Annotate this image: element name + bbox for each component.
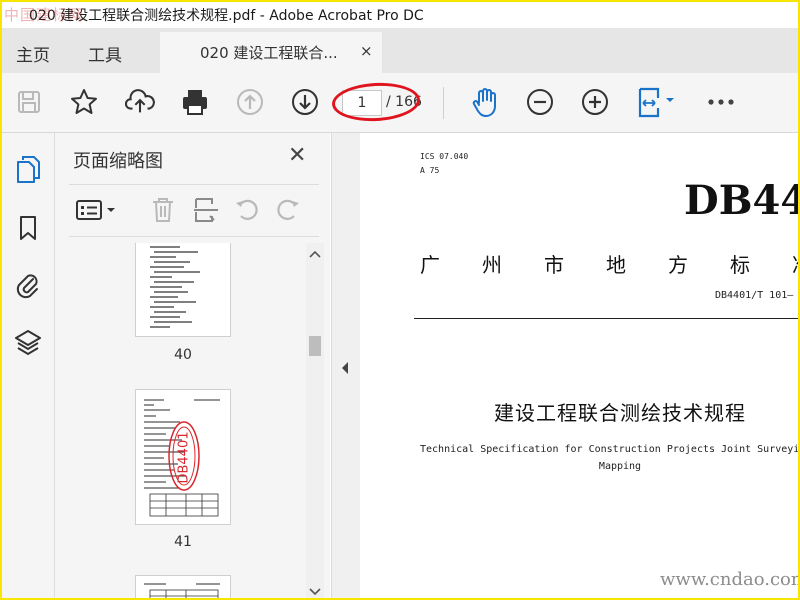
document-title: 建设工程联合测绘技术规程	[494, 401, 746, 425]
tab-document[interactable]: 020 建设工程联合... ×	[160, 32, 382, 73]
panel-close-button[interactable]: ✕	[288, 143, 306, 168]
zoom-in-icon[interactable]	[580, 87, 610, 117]
english-title-line-1: Technical Specification for Construction…	[420, 444, 798, 455]
rotate-right-icon[interactable]	[273, 195, 303, 225]
page-thumbnail-41[interactable]: DB4401	[135, 389, 231, 525]
page-up-icon[interactable]	[235, 87, 265, 117]
pages-icon[interactable]	[12, 153, 44, 185]
panel-tools-divider	[69, 236, 319, 237]
bookmark-icon[interactable]	[12, 212, 44, 244]
thumbnail-page-label: 40	[174, 347, 192, 363]
thumbnail-stamp: DB4401	[176, 431, 192, 484]
scrollbar-thumb[interactable]	[309, 336, 321, 356]
upload-icon[interactable]	[125, 87, 155, 117]
window-title: 020 建设工程联合测绘技术规程.pdf - Adobe Acrobat Pro…	[29, 8, 424, 24]
thumbnail-scrollbar[interactable]	[306, 243, 324, 598]
tab-document-label: 020 建设工程联合...	[200, 44, 338, 62]
page-thumbnail-40[interactable]	[135, 243, 231, 337]
more-icon[interactable]	[706, 87, 736, 117]
highlight-oval	[331, 80, 421, 124]
crop-page-icon[interactable]	[191, 195, 221, 225]
hand-icon[interactable]	[470, 87, 500, 117]
tab-tools[interactable]: 工具	[88, 41, 122, 66]
star-icon[interactable]	[69, 87, 99, 117]
classification-code: A 75	[420, 166, 440, 175]
panel-splitter[interactable]	[331, 133, 361, 598]
print-icon[interactable]	[180, 87, 210, 117]
tab-home[interactable]: 主页	[16, 41, 50, 66]
watermark-bottom: www.cndao.com	[660, 569, 798, 590]
document-view[interactable]: ICS 07.040 A 75 DB4401 广州市地方标准 DB4401/T …	[360, 133, 798, 598]
title-bar: 020 建设工程联合测绘技术规程.pdf - Adobe Acrobat Pro…	[2, 2, 798, 28]
save-icon[interactable]	[14, 87, 44, 117]
page-thumbnail-42[interactable]	[135, 575, 231, 598]
tab-close-button[interactable]: ×	[360, 42, 373, 60]
standard-number: DB4401/T 101—	[715, 290, 794, 301]
app-window: 020 建设工程联合测绘技术规程.pdf - Adobe Acrobat Pro…	[2, 2, 798, 598]
scroll-up-icon[interactable]	[306, 247, 324, 261]
thumbnail-options-icon[interactable]	[75, 195, 119, 225]
layers-icon[interactable]	[12, 327, 44, 359]
page-down-icon[interactable]	[290, 87, 320, 117]
panel-title: 页面缩略图	[73, 151, 163, 172]
header-rule	[414, 318, 798, 319]
scroll-down-icon[interactable]	[306, 584, 324, 598]
fit-page-icon[interactable]	[636, 87, 680, 118]
standard-type: 广州市地方标准	[420, 253, 798, 277]
thumbnail-page-label: 41	[174, 534, 192, 550]
rotate-left-icon[interactable]	[232, 195, 262, 225]
thumbnail-panel: 页面缩略图 ✕ 40 DB4401 41	[55, 133, 330, 598]
ics-code: ICS 07.040	[420, 152, 469, 161]
zoom-out-icon[interactable]	[525, 87, 555, 117]
toolbar-divider	[443, 87, 444, 119]
collapse-arrow-icon[interactable]	[340, 361, 350, 375]
attachment-icon[interactable]	[12, 269, 44, 301]
tab-bar: 主页 工具 020 建设工程联合... ×	[2, 28, 798, 73]
watermark-top: 中国建标网	[4, 6, 85, 24]
panel-divider	[69, 184, 319, 185]
delete-page-icon[interactable]	[148, 195, 178, 225]
main-toolbar: 1 / 166	[2, 73, 798, 133]
db-mark: DB4401	[684, 177, 798, 224]
left-tool-rail	[2, 133, 55, 598]
english-title-line-2: Mapping	[598, 461, 642, 472]
